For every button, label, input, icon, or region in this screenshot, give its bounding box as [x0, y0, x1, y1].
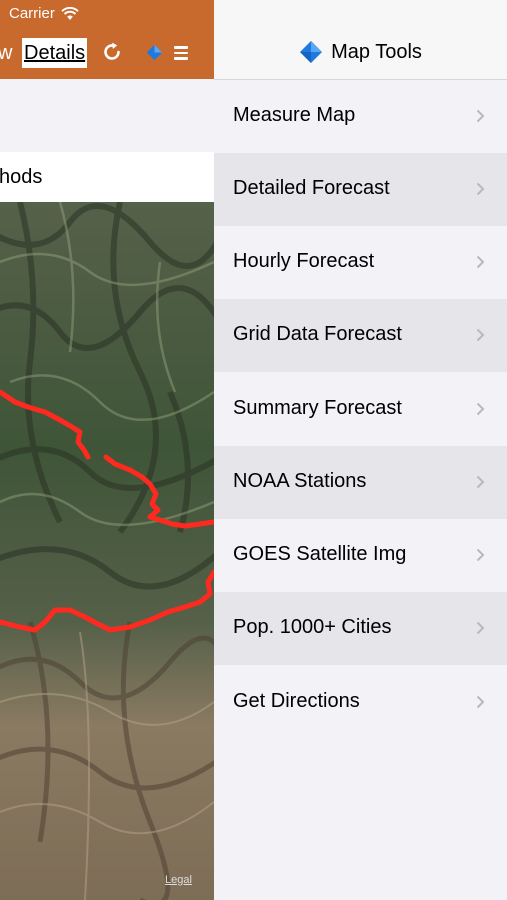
chevron-right-icon — [476, 109, 485, 123]
menu-item-label: Detailed Forecast — [233, 177, 390, 199]
refresh-icon[interactable] — [100, 40, 124, 64]
menu-item-measure-map[interactable]: Measure Map — [214, 80, 507, 153]
diamond-icon — [300, 41, 323, 63]
carrier-label: Carrier — [9, 5, 55, 22]
menu-item-hourly-forecast[interactable]: Hourly Forecast — [214, 226, 507, 299]
chevron-right-icon — [476, 255, 485, 269]
menu-item-get-directions[interactable]: Get Directions — [214, 666, 507, 739]
satellite-map[interactable]: Legal — [0, 202, 214, 900]
chevron-right-icon — [476, 182, 485, 196]
chevron-right-icon — [476, 402, 485, 416]
map-tools-panel: Map Tools Measure Map Detailed Forecast … — [214, 0, 507, 900]
menu-item-label: Hourly Forecast — [233, 250, 375, 272]
menu-item-label: Get Directions — [233, 690, 360, 712]
menu-item-detailed-forecast[interactable]: Detailed Forecast — [214, 153, 507, 226]
menu-item-label: Pop. 1000+ Cities — [233, 616, 392, 638]
chevron-right-icon — [476, 621, 485, 635]
menu-item-pop-1000-cities[interactable]: Pop. 1000+ Cities — [214, 592, 507, 665]
nav-partial-label[interactable]: w — [0, 42, 12, 65]
chevron-right-icon — [476, 548, 485, 562]
legal-link[interactable]: Legal — [165, 874, 192, 886]
map-tools-header: Map Tools — [214, 0, 507, 80]
menu-item-label: Measure Map — [233, 104, 356, 126]
diamond-icon[interactable] — [146, 44, 163, 61]
menu-item-noaa-stations[interactable]: NOAA Stations — [214, 446, 507, 519]
satellite-terrain-image — [0, 202, 214, 900]
menu-item-grid-data-forecast[interactable]: Grid Data Forecast — [214, 299, 507, 372]
methods-row[interactable]: hods — [0, 152, 214, 202]
map-tools-title: Map Tools — [214, 40, 507, 64]
hamburger-menu-icon[interactable] — [174, 46, 188, 60]
menu-item-label: Grid Data Forecast — [233, 323, 402, 345]
top-nav-bar: Carrier w Details — [0, 0, 214, 79]
menu-item-goes-satellite-img[interactable]: GOES Satellite Img — [214, 519, 507, 592]
menu-item-summary-forecast[interactable]: Summary Forecast — [214, 373, 507, 446]
wifi-icon — [61, 6, 79, 20]
status-bar: Carrier — [9, 5, 79, 22]
chevron-right-icon — [476, 475, 485, 489]
main-app-view: Carrier w Details hods Legal — [0, 0, 214, 900]
menu-item-label: NOAA Stations — [233, 470, 367, 492]
methods-partial-text: hods — [0, 166, 43, 188]
menu-item-label: Summary Forecast — [233, 397, 402, 419]
menu-item-label: GOES Satellite Img — [233, 543, 407, 565]
chevron-right-icon — [476, 695, 485, 709]
chevron-right-icon — [476, 328, 485, 342]
details-button[interactable]: Details — [22, 38, 88, 68]
